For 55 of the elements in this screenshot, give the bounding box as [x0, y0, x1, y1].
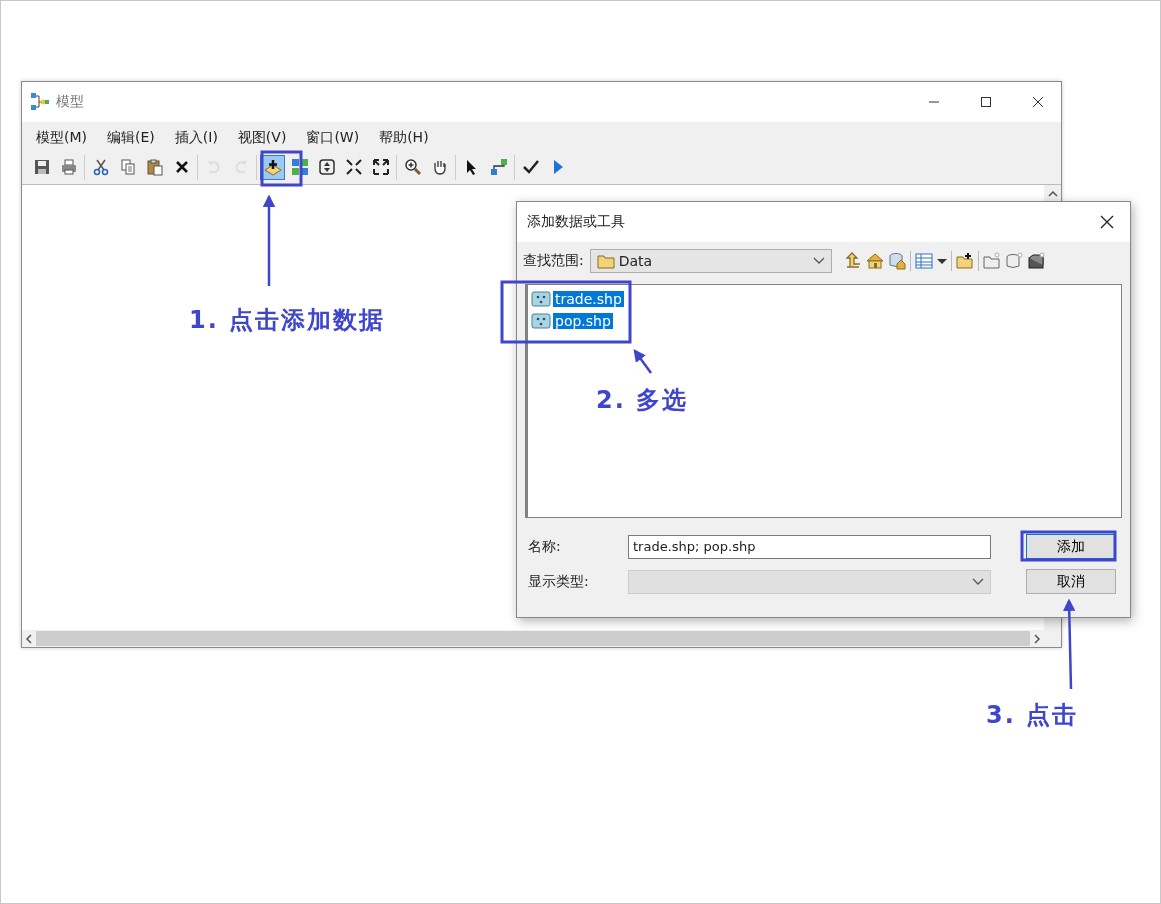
shrink-arrows-icon	[344, 158, 363, 176]
menu-item[interactable]: 插入(I)	[164, 126, 228, 150]
folder-plus-icon	[955, 252, 974, 270]
chevron-down-icon	[972, 577, 984, 586]
fit-frame-icon	[317, 158, 336, 176]
scissors-icon	[91, 158, 110, 176]
arrow	[633, 349, 652, 374]
add-data-icon	[263, 158, 282, 176]
connector-icon	[489, 158, 508, 176]
print-icon	[59, 158, 78, 176]
caret-icon	[936, 258, 947, 264]
highlight-frame	[260, 150, 303, 187]
list-view-icon	[914, 252, 933, 270]
new-database-icon	[1004, 252, 1023, 270]
menu-item[interactable]: 视图(V)	[227, 126, 297, 150]
toolbox-icon	[1026, 252, 1045, 270]
resize-grip[interactable]	[1044, 630, 1061, 647]
zoom-in-icon	[403, 158, 422, 176]
add-button[interactable]: 添加	[1026, 534, 1116, 559]
look-in-label: 查找范围:	[523, 252, 584, 270]
annotation-text: 1. 点击添加数据	[189, 305, 386, 336]
expand-arrows-icon	[371, 158, 390, 176]
name-label: 名称:	[528, 537, 562, 556]
close-icon	[1100, 215, 1114, 229]
model-icon	[30, 92, 50, 112]
paste-icon	[145, 158, 164, 176]
menu-item[interactable]: 编辑(E)	[97, 126, 165, 150]
scrollbar-thumb[interactable]	[36, 631, 1030, 646]
window-title: 模型	[56, 93, 85, 111]
checkmark-icon	[521, 158, 540, 176]
database-icon	[887, 252, 906, 270]
chevron-down-icon	[812, 257, 825, 265]
new-folder-icon	[982, 252, 1001, 270]
home-icon	[865, 252, 884, 270]
name-field[interactable]: trade.shp; pop.shp	[628, 534, 991, 559]
shapefile-icon	[531, 291, 551, 307]
maximize-icon	[980, 96, 992, 108]
location-dropdown[interactable]: Data	[589, 249, 832, 273]
menu-item[interactable]: 模型(M)	[26, 126, 97, 150]
cancel-button[interactable]: 取消	[1026, 569, 1116, 594]
scroll-up-icon[interactable]	[1047, 189, 1058, 199]
dialog-title: 添加数据或工具	[527, 213, 626, 231]
annotation-text: 2. 多选	[596, 385, 689, 416]
up-arrow-icon	[843, 252, 862, 270]
save-icon	[32, 158, 51, 176]
add-data-button[interactable]	[260, 154, 285, 180]
grid-icon	[290, 158, 309, 176]
close-icon	[1032, 96, 1044, 108]
type-label: 显示类型:	[528, 572, 590, 591]
shapefile-icon	[531, 313, 551, 329]
folder-icon	[596, 253, 615, 269]
menu-item[interactable]: 窗口(W)	[296, 126, 370, 150]
copy-icon	[118, 158, 137, 176]
annotation-text: 3. 点击	[986, 700, 1079, 731]
menu-item[interactable]: 帮助(H)	[369, 126, 439, 150]
